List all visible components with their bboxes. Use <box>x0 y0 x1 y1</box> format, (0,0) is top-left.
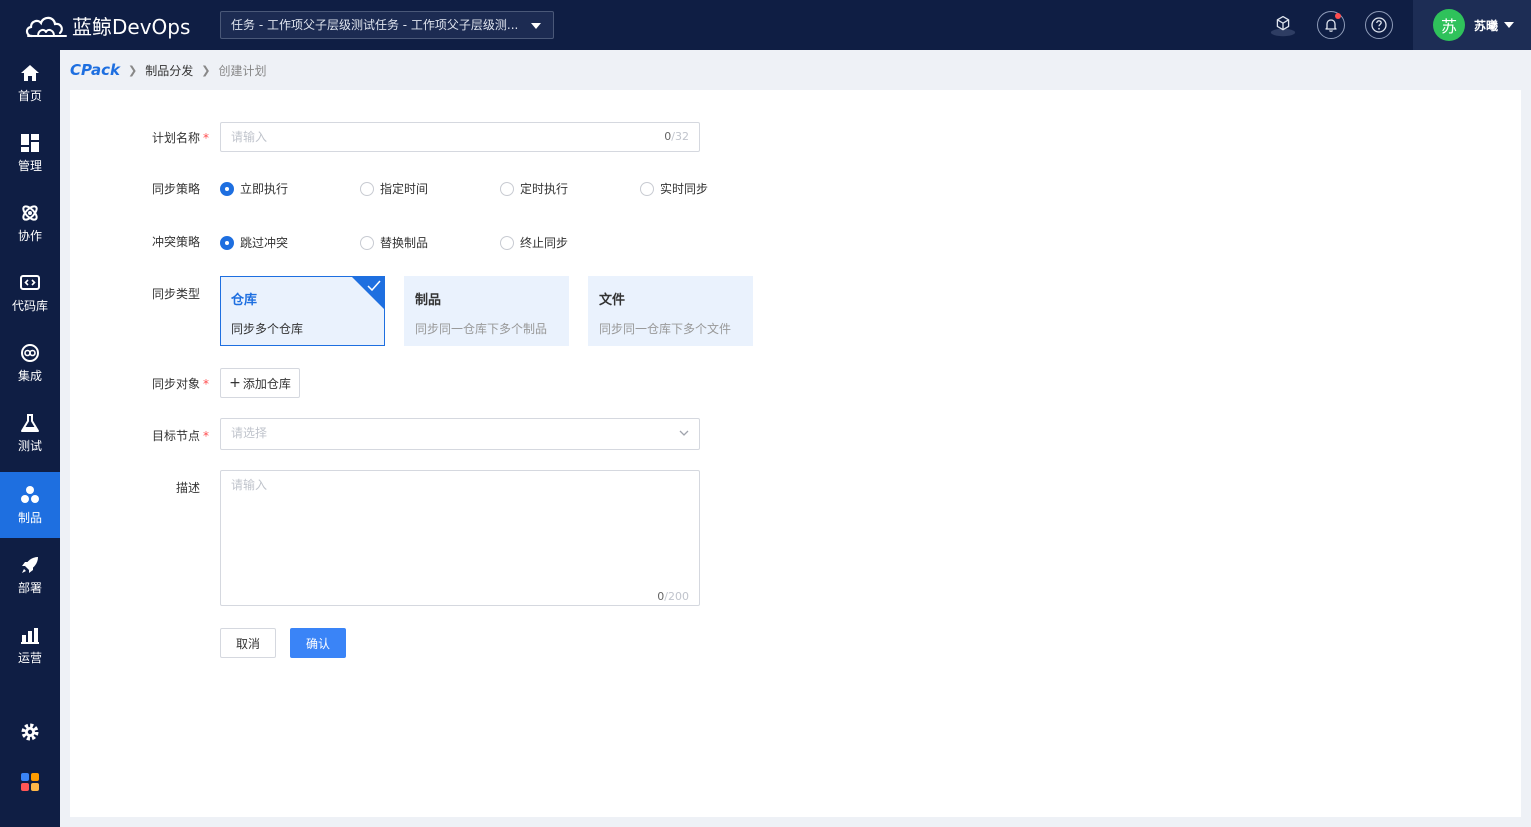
create-plan-panel: 计划名称 * 请输入 0/32 同步策略 立即执行 指定时间 定时执行 实时同步 … <box>70 90 1521 817</box>
help-icon <box>1371 17 1387 33</box>
sidebar-item-ops[interactable]: 运营 <box>0 612 60 678</box>
plan-name-input[interactable]: 请输入 0/32 <box>220 122 700 152</box>
description-placeholder: 请输入 <box>231 478 268 492</box>
project-select-value: 任务 - 工作项父子层级测试任务 - 工作项父子层级测... <box>231 18 519 32</box>
radio-icon <box>500 181 514 196</box>
cube-button[interactable] <box>1269 11 1297 39</box>
logo[interactable]: 蓝鲸DevOps <box>24 11 190 40</box>
notification-dot <box>1335 13 1341 19</box>
sidebar-item-label: 代码库 <box>11 298 48 313</box>
sidebar-item-deploy[interactable]: 部署 <box>0 542 60 608</box>
home-icon <box>21 64 39 81</box>
card-title: 制品 <box>415 293 442 308</box>
code-icon <box>20 274 40 290</box>
radio-icon <box>640 181 654 196</box>
sync-type-card-repository[interactable]: 仓库 同步多个仓库 <box>220 276 385 346</box>
target-node-placeholder: 请选择 <box>231 426 268 440</box>
help-button[interactable] <box>1365 11 1393 39</box>
description-counter: 0/200 <box>657 590 689 603</box>
radio-checked-icon <box>220 181 234 196</box>
radio-checked-icon <box>220 235 234 250</box>
target-node-label: 目标节点 * <box>152 429 210 443</box>
check-icon <box>367 280 381 292</box>
card-desc: 同步多个仓库 <box>231 322 304 336</box>
radio-conflict-replace[interactable]: 替换制品 <box>360 234 428 251</box>
user-name: 苏曦 <box>1474 18 1499 33</box>
breadcrumb-current: 创建计划 <box>218 63 267 78</box>
user-menu[interactable]: 苏 苏曦 <box>1413 0 1531 50</box>
radio-icon <box>360 181 374 196</box>
integration-icon <box>21 343 39 362</box>
chevron-right-icon: ❯ <box>201 63 211 77</box>
caret-down-icon <box>531 23 541 29</box>
confirm-button[interactable]: 确认 <box>290 628 346 658</box>
sidebar-item-label: 测试 <box>17 438 42 453</box>
chevron-right-icon: ❯ <box>128 63 138 77</box>
cube-icon <box>1270 15 1296 37</box>
radio-sync-timed[interactable]: 定时执行 <box>500 180 568 197</box>
rocket-icon <box>22 556 38 573</box>
artifact-icon <box>21 485 39 503</box>
plus-icon: + <box>229 375 241 391</box>
card-desc: 同步同一仓库下多个文件 <box>599 322 732 336</box>
breadcrumb-link[interactable]: 制品分发 <box>145 62 193 79</box>
sync-target-label: 同步对象 * <box>152 377 210 391</box>
sidebar-item-home[interactable]: 首页 <box>0 50 60 116</box>
sidebar-item-label: 运营 <box>17 650 42 665</box>
top-bar: 蓝鲸DevOps 任务 - 工作项父子层级测试任务 - 工作项父子层级测... … <box>0 0 1531 50</box>
sidebar-item-label: 集成 <box>17 368 42 383</box>
notification-button[interactable] <box>1317 11 1345 39</box>
conflict-strategy-label: 冲突策略 <box>152 235 201 249</box>
gear-icon[interactable] <box>19 721 41 743</box>
sidebar-item-label: 协作 <box>17 228 42 243</box>
cpack-logo[interactable]: CPack <box>70 61 120 79</box>
chart-icon <box>21 627 39 644</box>
radio-conflict-skip[interactable]: 跳过冲突 <box>220 234 288 251</box>
sidebar-item-test[interactable]: 测试 <box>0 400 60 466</box>
plan-name-counter: 0/32 <box>664 130 689 143</box>
description-textarea[interactable]: 请输入 0/200 <box>220 470 700 606</box>
cancel-button[interactable]: 取消 <box>220 628 276 658</box>
plan-name-label: 计划名称 * <box>152 131 210 145</box>
sidebar-item-label: 管理 <box>17 158 42 173</box>
plan-name-placeholder: 请输入 <box>231 130 268 144</box>
description-label: 描述 <box>176 481 201 495</box>
radio-conflict-abort[interactable]: 终止同步 <box>500 234 568 251</box>
sync-strategy-label: 同步策略 <box>152 182 201 196</box>
chevron-down-icon <box>679 430 689 436</box>
logo-text: 蓝鲸DevOps <box>72 15 191 39</box>
sync-type-card-artifact[interactable]: 制品 同步同一仓库下多个制品 <box>404 276 569 346</box>
sidebar-item-label: 首页 <box>17 88 42 103</box>
sidebar-item-label: 部署 <box>17 580 42 595</box>
radio-sync-scheduled-time[interactable]: 指定时间 <box>360 180 428 197</box>
bell-icon <box>1325 19 1337 32</box>
collaboration-icon <box>22 204 38 221</box>
radio-sync-immediate[interactable]: 立即执行 <box>220 180 288 197</box>
target-node-select[interactable]: 请选择 <box>220 418 700 450</box>
sidebar-item-code[interactable]: 代码库 <box>0 260 60 326</box>
radio-icon <box>500 235 514 250</box>
project-select[interactable]: 任务 - 工作项父子层级测试任务 - 工作项父子层级测... <box>220 11 554 39</box>
sync-type-label: 同步类型 <box>152 287 201 301</box>
sidebar-item-collab[interactable]: 协作 <box>0 190 60 256</box>
sidebar-item-manage[interactable]: 管理 <box>0 120 60 186</box>
radio-sync-realtime[interactable]: 实时同步 <box>640 180 708 197</box>
sidebar: 首页 管理 协作 代码库 集成 测试 制品 部署 运营 <box>0 50 60 827</box>
sidebar-item-integration[interactable]: 集成 <box>0 330 60 396</box>
sync-type-card-file[interactable]: 文件 同步同一仓库下多个文件 <box>588 276 753 346</box>
caret-down-icon <box>1504 22 1515 28</box>
sidebar-item-label: 制品 <box>17 510 42 525</box>
sidebar-item-artifact[interactable]: 制品 <box>0 472 60 538</box>
add-repository-button[interactable]: + 添加仓库 <box>220 368 300 398</box>
breadcrumb: CPack ❯ 制品分发 ❯ 创建计划 <box>70 60 267 80</box>
flask-icon <box>21 413 39 432</box>
card-desc: 同步同一仓库下多个制品 <box>415 322 548 336</box>
card-title: 文件 <box>599 293 626 308</box>
avatar: 苏 <box>1433 9 1465 41</box>
apps-icon[interactable] <box>19 771 41 793</box>
dashboard-icon <box>21 133 39 152</box>
cloud-logo-icon <box>25 16 67 37</box>
radio-icon <box>360 235 374 250</box>
